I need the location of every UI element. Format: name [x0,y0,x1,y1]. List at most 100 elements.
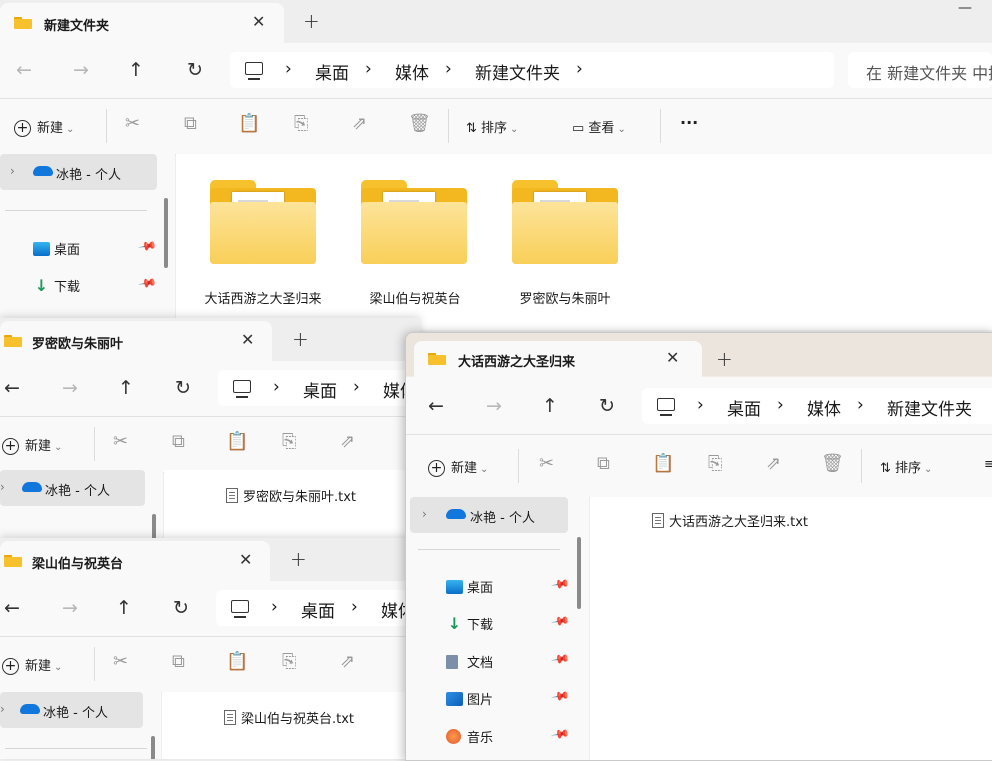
onedrive-item[interactable]: › 冰艳 - 个人 [410,497,568,533]
onedrive-item[interactable]: › 冰艳 - 个人 [0,470,145,506]
sort-button[interactable]: ⇅ 排序 ⌄ [466,117,518,136]
chevron-right-icon[interactable]: › [0,702,5,716]
paste-icon[interactable]: 📋 [238,113,260,134]
scrollbar[interactable] [152,514,156,538]
tab-new-folder[interactable]: 新建文件夹 ✕ [0,3,284,43]
crumb-new-folder[interactable]: 新建文件夹 [887,395,972,420]
address-bar[interactable]: › 桌面 › 媒体 [216,590,420,626]
close-tab-icon[interactable]: ✕ [252,12,265,31]
folder-icon[interactable] [361,180,471,264]
text-file-item[interactable]: 大话西游之大圣归来.txt [652,511,808,530]
onedrive-item[interactable]: › 冰艳 - 个人 [0,154,157,190]
crumb-desktop[interactable]: 桌面 [315,59,349,84]
up-icon[interactable]: ↑ [542,395,558,417]
new-tab-icon[interactable]: + [303,9,320,33]
new-button[interactable]: + 新建 ⌄ [2,655,62,675]
pin-icon[interactable]: 📌 [137,236,157,256]
scrollbar[interactable] [577,537,581,609]
rename-icon[interactable]: ⎘ [282,431,296,452]
quick-access-downloads[interactable]: ↓ 下载 [33,276,80,298]
back-icon[interactable]: ← [16,59,32,81]
quick-access-documents[interactable]: 文档 [446,652,493,674]
forward-icon[interactable]: → [62,377,78,399]
crumb-new-folder[interactable]: 新建文件夹 [475,59,560,84]
delete-icon[interactable]: 🗑 [821,453,844,474]
folder-name[interactable]: 梁山伯与祝英台 [350,288,480,307]
quick-access-downloads[interactable]: ↓ 下载 [446,614,493,636]
chevron-right-icon[interactable]: › [0,480,5,494]
address-bar[interactable]: › 桌面 › 媒体 › 新建文件夹 › [230,52,834,88]
tab-dahua[interactable]: 大话西游之大圣归来 ✕ [414,341,702,377]
view-button[interactable]: ▭ 查看 ⌄ [572,117,626,136]
forward-icon[interactable]: → [486,395,502,417]
view-button[interactable]: ≡ [984,457,992,472]
address-bar[interactable]: › 桌面 › 媒体 › 新建文件夹 [642,388,992,424]
text-file-item[interactable]: 罗密欧与朱丽叶.txt [226,486,356,505]
back-icon[interactable]: ← [4,377,20,399]
address-bar[interactable]: › 桌面 › 媒体 [218,370,420,406]
new-tab-icon[interactable]: + [716,347,733,371]
cut-icon[interactable]: ✂ [539,453,554,474]
paste-icon[interactable]: 📋 [226,431,248,452]
folder-icon[interactable] [210,180,320,264]
scrollbar[interactable] [151,736,155,759]
refresh-icon[interactable]: ↻ [175,377,191,399]
new-button[interactable]: + 新建 ⌄ [428,457,488,477]
chevron-right-icon[interactable]: › [422,507,427,521]
close-tab-icon[interactable]: ✕ [239,550,252,569]
crumb-media[interactable]: 媒体 [395,59,429,84]
copy-icon[interactable]: ⧉ [184,113,197,134]
copy-icon[interactable]: ⧉ [597,453,610,474]
onedrive-item[interactable]: › 冰艳 - 个人 [0,692,143,728]
share-icon[interactable]: ⇗ [340,431,355,452]
cut-icon[interactable]: ✂ [125,113,140,134]
quick-access-desktop[interactable]: 桌面 [33,239,80,261]
copy-icon[interactable]: ⧉ [172,651,185,672]
rename-icon[interactable]: ⎘ [708,453,722,474]
up-icon[interactable]: ↑ [128,59,144,81]
close-tab-icon[interactable]: ✕ [666,348,679,367]
new-tab-icon[interactable]: + [292,327,309,351]
crumb-expand-icon[interactable]: › [576,59,583,79]
up-icon[interactable]: ↑ [118,377,134,399]
chevron-right-icon[interactable]: › [10,164,15,178]
minimize-icon[interactable]: — [958,0,972,16]
pin-icon[interactable]: 📌 [137,273,157,293]
more-options-button[interactable]: ··· [680,113,698,132]
search-box[interactable]: 在 新建文件夹 中搜 [848,52,992,88]
forward-icon[interactable]: → [73,59,89,81]
folder-name[interactable]: 罗密欧与朱丽叶 [500,288,630,307]
scrollbar[interactable] [164,198,168,268]
new-button[interactable]: + 新建 ⌄ [2,435,62,455]
sort-button[interactable]: ⇅ 排序 ⌄ [880,457,932,476]
folder-icon[interactable] [512,180,622,264]
rename-icon[interactable]: ⎘ [294,113,308,134]
crumb-media[interactable]: 媒体 [807,395,841,420]
paste-icon[interactable]: 📋 [652,453,674,474]
new-tab-icon[interactable]: + [290,547,307,571]
tab-romeo[interactable]: 罗密欧与朱丽叶 ✕ [0,321,272,361]
back-icon[interactable]: ← [428,395,444,417]
share-icon[interactable]: ⇗ [766,453,781,474]
close-tab-icon[interactable]: ✕ [241,330,254,349]
refresh-icon[interactable]: ↻ [187,59,203,81]
delete-icon[interactable]: 🗑 [408,113,431,134]
forward-icon[interactable]: → [62,597,78,619]
tab-liang[interactable]: 梁山伯与祝英台 ✕ [0,541,270,581]
share-icon[interactable]: ⇗ [352,113,367,134]
pin-icon[interactable]: 📌 [550,686,570,706]
refresh-icon[interactable]: ↻ [173,597,189,619]
up-icon[interactable]: ↑ [116,597,132,619]
pin-icon[interactable]: 📌 [550,574,570,594]
folder-name[interactable]: 大话西游之大圣归来 [198,288,328,307]
crumb-desktop[interactable]: 桌面 [303,377,337,402]
cut-icon[interactable]: ✂ [113,431,128,452]
cut-icon[interactable]: ✂ [113,651,128,672]
refresh-icon[interactable]: ↻ [599,395,615,417]
new-button[interactable]: + 新建 ⌄ [14,117,74,137]
pin-icon[interactable]: 📌 [550,611,570,631]
copy-icon[interactable]: ⧉ [172,431,185,452]
quick-access-pictures[interactable]: 图片 [446,689,493,711]
pin-icon[interactable]: 📌 [550,724,570,744]
paste-icon[interactable]: 📋 [226,651,248,672]
